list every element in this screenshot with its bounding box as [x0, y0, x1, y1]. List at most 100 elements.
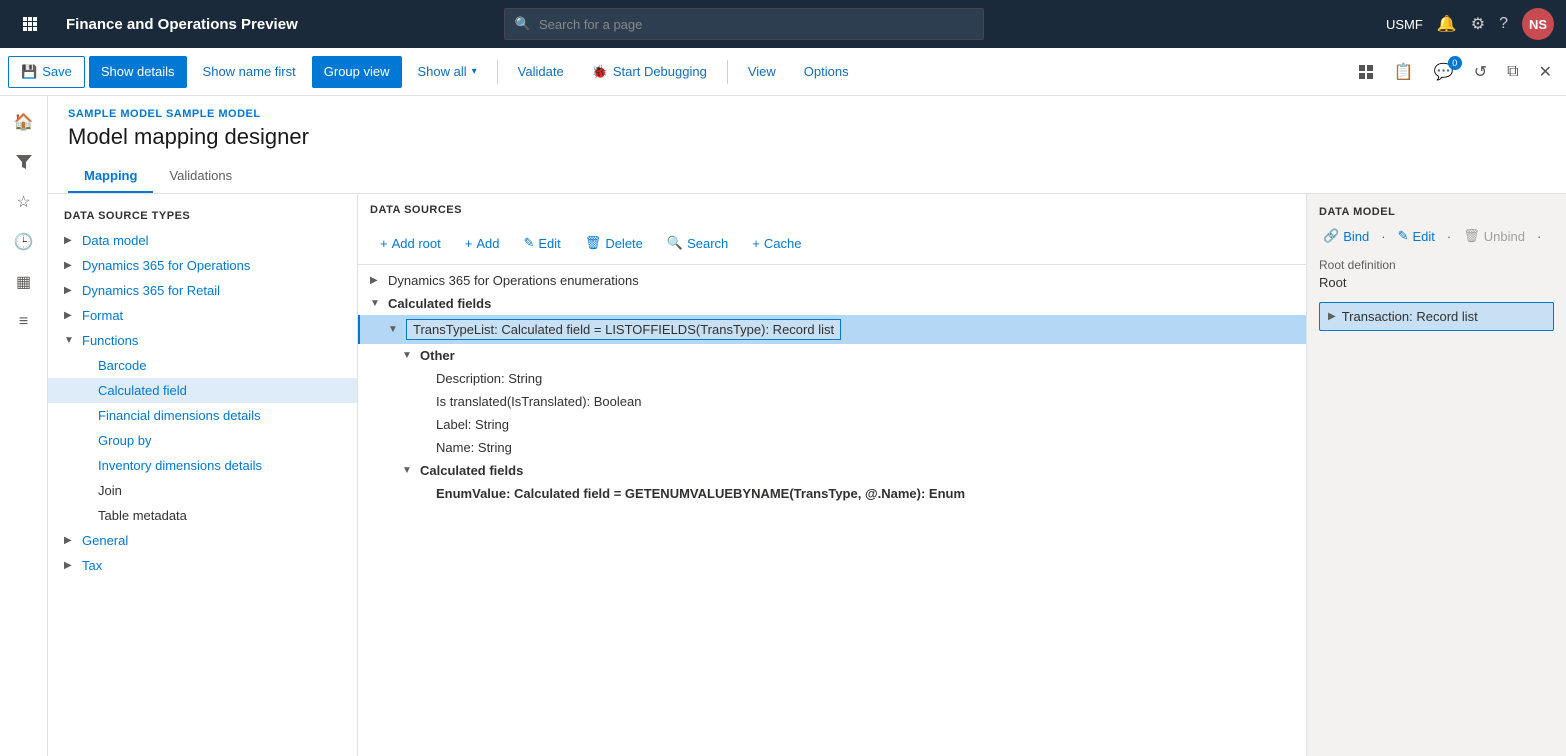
ds-enum-value[interactable]: EnumValue: Calculated field = GETENUMVAL… [358, 482, 1306, 505]
body-panels: DATA SOURCE TYPES ▶ Data model ▶ Dynamic… [48, 194, 1566, 756]
bind-button[interactable]: 🔗 Bind [1319, 226, 1373, 246]
dst-financial-dimensions[interactable]: Financial dimensions details [48, 403, 357, 428]
expand-icon: ▼ [402, 465, 414, 476]
show-name-first-button[interactable]: Show name first [191, 56, 308, 88]
expand-icon: ▶ [64, 285, 76, 296]
root-definition-value: Root [1319, 275, 1554, 290]
detach-icon[interactable]: ⧉ [1501, 59, 1524, 85]
data-sources-title: DATA SOURCES [358, 194, 1306, 222]
save-icon: 💾 [21, 64, 37, 80]
ds-transtype-list[interactable]: ▼ TransTypeList: Calculated field = LIST… [358, 315, 1306, 344]
settings-icon[interactable]: ⚙ [1471, 14, 1485, 34]
view-button[interactable]: View [736, 56, 788, 88]
dm-transaction-record[interactable]: ▶ Transaction: Record list [1319, 302, 1554, 331]
toolbar-right-actions: 📋 💬 0 ↺ ⧉ ✕ [1352, 58, 1558, 86]
dst-data-model[interactable]: ▶ Data model [48, 228, 357, 253]
toolbar-separator-2 [727, 60, 728, 84]
group-view-button[interactable]: Group view [312, 56, 402, 88]
content-area: 🏠 ☆ 🕒 ▦ ≡ SAMPLE MODEL SAMPLE MODEL Mode… [0, 96, 1566, 756]
expand-icon: ▼ [370, 298, 382, 309]
ds-other-section[interactable]: ▼ Other [358, 344, 1306, 367]
main-content: SAMPLE MODEL SAMPLE MODEL Model mapping … [48, 96, 1566, 756]
avatar[interactable]: NS [1522, 8, 1554, 40]
nav-favorites-icon[interactable]: ☆ [6, 184, 42, 220]
delete-button[interactable]: 🗑 Delete [575, 230, 653, 256]
ds-calc-fields-1[interactable]: ▼ Calculated fields [358, 292, 1306, 315]
edit-icon: ✎ [523, 235, 534, 251]
user-company: USMF [1386, 17, 1423, 32]
page-title: Model mapping designer [68, 124, 1546, 150]
dst-inventory-dimensions[interactable]: Inventory dimensions details [48, 453, 357, 478]
dm-tree-item-label: Transaction: Record list [1342, 309, 1478, 324]
dst-table-metadata[interactable]: Table metadata [48, 503, 357, 528]
global-search-input[interactable] [539, 17, 973, 32]
notification-icon[interactable]: 🔔 [1437, 14, 1457, 34]
ds-d365-enum[interactable]: ▶ Dynamics 365 for Operations enumeratio… [358, 269, 1306, 292]
grid-menu-icon[interactable] [12, 6, 48, 42]
breadcrumb: SAMPLE MODEL SAMPLE MODEL [68, 108, 1546, 120]
ds-description[interactable]: Description: String [358, 367, 1306, 390]
add-root-icon: + [380, 236, 388, 251]
dst-general[interactable]: ▶ General [48, 528, 357, 553]
dst-format[interactable]: ▶ Format [48, 303, 357, 328]
expand-icon: ▼ [64, 335, 76, 346]
debug-icon: 🐞 [592, 64, 608, 80]
add-root-button[interactable]: + Add root [370, 231, 451, 256]
start-debugging-button[interactable]: 🐞 Start Debugging [580, 56, 719, 88]
add-icon: + [465, 236, 473, 251]
nav-modules-icon[interactable]: ≡ [6, 304, 42, 340]
tab-mapping[interactable]: Mapping [68, 160, 153, 193]
cache-button[interactable]: + Cache [742, 231, 811, 256]
ds-name[interactable]: Name: String [358, 436, 1306, 459]
save-button[interactable]: 💾 Save [8, 56, 85, 88]
notification-panel-icon[interactable]: 📋 [1388, 58, 1420, 86]
dst-barcode[interactable]: Barcode [48, 353, 357, 378]
edit-button[interactable]: ✎ Edit [513, 230, 570, 256]
page-tabs: Mapping Validations [68, 160, 1546, 193]
nav-home-icon[interactable]: 🏠 [6, 104, 42, 140]
show-details-button[interactable]: Show details [89, 56, 187, 88]
dst-join[interactable]: Join [48, 478, 357, 503]
help-icon[interactable]: ? [1499, 15, 1508, 33]
data-model-panel: DATA MODEL 🔗 Bind · ✎ Edit · 🗑 Unbind [1306, 194, 1566, 756]
close-icon[interactable]: ✕ [1533, 58, 1558, 86]
page-header: SAMPLE MODEL SAMPLE MODEL Model mapping … [48, 96, 1566, 194]
search-icon: 🔍 [667, 235, 683, 251]
left-nav-sidebar: 🏠 ☆ 🕒 ▦ ≡ [0, 96, 48, 756]
ds-label[interactable]: Label: String [358, 413, 1306, 436]
data-source-types-panel: DATA SOURCE TYPES ▶ Data model ▶ Dynamic… [48, 194, 358, 756]
validate-button[interactable]: Validate [506, 56, 576, 88]
search-icon: 🔍 [515, 16, 531, 32]
dst-calculated-field[interactable]: Calculated field [48, 378, 357, 403]
ds-is-translated[interactable]: Is translated(IsTranslated): Boolean [358, 390, 1306, 413]
nav-workspaces-icon[interactable]: ▦ [6, 264, 42, 300]
dst-d365-retail[interactable]: ▶ Dynamics 365 for Retail [48, 278, 357, 303]
expand-icon: ▶ [64, 535, 76, 546]
message-badge-button[interactable]: 💬 0 [1428, 58, 1460, 86]
nav-filter-icon[interactable] [6, 144, 42, 180]
show-all-chevron-icon: ▾ [472, 66, 477, 77]
global-search-bar[interactable]: 🔍 [504, 8, 984, 40]
top-navigation: Finance and Operations Preview 🔍 USMF 🔔 … [0, 0, 1566, 48]
dst-group-by[interactable]: Group by [48, 428, 357, 453]
dst-tax[interactable]: ▶ Tax [48, 553, 357, 578]
dst-functions[interactable]: ▼ Functions [48, 328, 357, 353]
ds-calc-fields-2[interactable]: ▼ Calculated fields [358, 459, 1306, 482]
expand-icon: ▶ [64, 560, 76, 571]
dm-edit-button[interactable]: ✎ Edit [1394, 226, 1439, 246]
expand-icon: ▶ [64, 310, 76, 321]
dm-expand-icon: ▶ [1328, 311, 1336, 322]
nav-recent-icon[interactable]: 🕒 [6, 224, 42, 260]
data-source-types-title: DATA SOURCE TYPES [48, 202, 357, 228]
datasources-toolbar: + Add root + Add ✎ Edit 🗑 Delete [358, 222, 1306, 265]
tab-validations[interactable]: Validations [153, 160, 248, 193]
refresh-icon[interactable]: ↺ [1468, 58, 1493, 86]
options-button[interactable]: Options [792, 56, 861, 88]
show-all-button[interactable]: Show all ▾ [406, 56, 489, 88]
data-sources-panel: DATA SOURCES + Add root + Add ✎ Edit [358, 194, 1306, 756]
search-button[interactable]: 🔍 Search [657, 230, 738, 256]
add-button[interactable]: + Add [455, 231, 510, 256]
dst-d365-operations[interactable]: ▶ Dynamics 365 for Operations [48, 253, 357, 278]
bind-icon: 🔗 [1323, 228, 1339, 244]
personalize-icon[interactable] [1352, 60, 1380, 84]
